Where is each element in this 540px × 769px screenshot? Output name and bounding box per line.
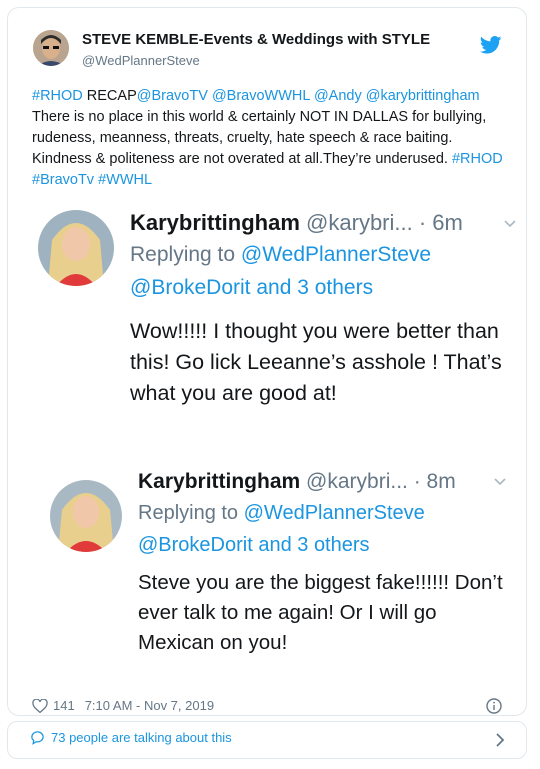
chevron-right-icon[interactable] <box>494 732 506 748</box>
author-handle[interactable]: @WedPlannerSteve <box>82 53 200 68</box>
replying-others[interactable]: @BrokeDorit and 3 others <box>130 276 373 300</box>
tweet-entity-link[interactable]: @BravoTV <box>137 88 208 104</box>
talking-about-link[interactable]: 73 people are talking about this <box>30 730 232 745</box>
reply-avatar <box>38 210 114 286</box>
tweet-entity-link[interactable]: @BravoWWHL <box>212 88 310 104</box>
tweet-entity-link[interactable]: #RHOD <box>452 151 503 167</box>
author-avatar[interactable] <box>33 30 69 66</box>
reply-body: Steve you are the biggest fake!!!!!! Don… <box>138 571 503 654</box>
tweet-meta: 141 7:10 AM - Nov 7, 2019 <box>32 698 214 713</box>
like-count[interactable]: 141 <box>53 698 75 713</box>
conversation-link[interactable]: 73 people are talking about this <box>7 721 527 759</box>
author-name[interactable]: STEVE KEMBLE-Events & Weddings with STYL… <box>82 31 430 48</box>
tweet-card: STEVE KEMBLE-Events & Weddings with STYL… <box>7 7 527 716</box>
reply-author-name[interactable]: Karybrittingham <box>138 470 300 493</box>
replying-prefix: Replying to <box>130 243 241 266</box>
reply-body: Wow!!!!! I thought you were better than … <box>130 319 502 405</box>
reply-1: Karybrittingham @karybri... · 6m Replyin… <box>32 198 524 448</box>
heart-icon[interactable] <box>32 698 48 713</box>
reply-name-line: Karybrittingham @karybri... · 8m <box>138 470 456 494</box>
reply-author-name[interactable]: Karybrittingham <box>130 210 300 235</box>
reply-2: Karybrittingham @karybri... · 8m Replyin… <box>32 466 524 666</box>
reply-avatar <box>50 480 122 552</box>
replying-to-handle[interactable]: @WedPlannerSteve <box>241 243 431 266</box>
reply-author-handle[interactable]: @karybri... <box>306 210 413 235</box>
tweet-text-segment: There is no place in this world & certai… <box>32 109 487 167</box>
comment-icon <box>31 730 44 745</box>
tweet-entity-link[interactable]: #RHOD <box>32 88 83 104</box>
reply-author-handle[interactable]: @karybri... <box>306 470 408 493</box>
reply-time[interactable]: · 6m <box>419 210 463 235</box>
tweet-entity-link[interactable]: #WWHL <box>98 172 152 188</box>
replying-prefix: Replying to <box>138 502 244 524</box>
reply-name-line: Karybrittingham @karybri... · 6m <box>130 210 463 236</box>
chevron-down-icon[interactable] <box>494 478 506 486</box>
replying-to: Replying to @WedPlannerSteve <box>130 243 431 267</box>
info-icon[interactable] <box>486 698 502 714</box>
tweet-text-segment: RECAP <box>82 88 137 104</box>
tweet-text: #RHOD RECAP@BravoTV @BravoWWHL @Andy @ka… <box>32 86 512 191</box>
tweet-entity-link[interactable]: @Andy <box>314 88 362 104</box>
replying-to-handle[interactable]: @WedPlannerSteve <box>244 502 425 524</box>
replying-others[interactable]: @BrokeDorit and 3 others <box>138 534 370 557</box>
reply-time[interactable]: · 8m <box>414 470 456 493</box>
replying-others-text[interactable]: @BrokeDorit and 3 others <box>138 534 370 556</box>
tweet-entity-link[interactable]: @karybrittingham <box>366 88 480 104</box>
tweet-timestamp[interactable]: 7:10 AM - Nov 7, 2019 <box>85 698 214 713</box>
twitter-bird-icon[interactable] <box>480 36 502 54</box>
tweet-entity-link[interactable]: #BravoTv <box>32 172 94 188</box>
replying-others-text[interactable]: @BrokeDorit and 3 others <box>130 276 373 299</box>
replying-to: Replying to @WedPlannerSteve <box>138 502 425 525</box>
talking-text[interactable]: 73 people are talking about this <box>51 730 232 745</box>
chevron-down-icon[interactable] <box>504 220 516 228</box>
embedded-screenshot[interactable]: Karybrittingham @karybri... · 6m Replyin… <box>32 198 524 678</box>
